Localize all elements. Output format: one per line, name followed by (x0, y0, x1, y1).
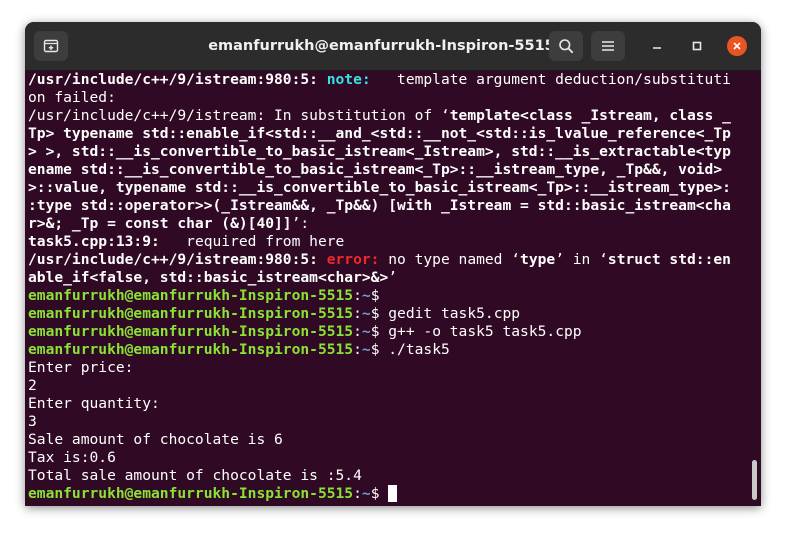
terminal-text: Sale amount of chocolate is 6 (28, 431, 283, 448)
terminal-line: :type std::operator>>(_Istream&&, _Tp&&)… (28, 197, 746, 215)
terminal-text: error: (326, 251, 380, 268)
terminal-text: : (353, 485, 362, 502)
search-icon (559, 39, 574, 54)
terminal-text: 2 (28, 377, 37, 394)
minimize-button[interactable] (647, 36, 667, 56)
terminal-line: emanfurrukh@emanfurrukh-Inspiron-5515:~$ (28, 287, 746, 305)
terminal-text: 3 (28, 413, 37, 430)
new-tab-icon (43, 39, 59, 53)
terminal-text: Total sale amount of chocolate is :5.4 (28, 467, 362, 484)
terminal-text: $ gedit task5.cpp (370, 305, 521, 322)
terminal-text: type (520, 251, 556, 268)
terminal-text: /usr/include/c++/9/istream:980:5: (28, 71, 327, 88)
terminal-line: Total sale amount of chocolate is :5.4 (28, 467, 746, 485)
terminal-text: : (353, 305, 362, 322)
search-button[interactable] (549, 31, 583, 61)
terminal-text: ’: (291, 215, 310, 232)
terminal-text: : (353, 341, 362, 358)
terminal-text: /usr/include/c++/9/istream: In substitut… (28, 107, 450, 124)
text-cursor (388, 485, 398, 502)
terminal-text: ~ (361, 287, 371, 304)
terminal-line: /usr/include/c++/9/istream: In substitut… (28, 107, 746, 125)
terminal-text: ename std::__is_convertible_to_basic_ist… (28, 161, 723, 178)
new-tab-button[interactable] (34, 31, 68, 61)
terminal-line: Tp> typename std::enable_if<std::__and_<… (28, 125, 746, 143)
title-bar[interactable]: emanfurrukh@emanfurrukh-Inspiron-5515: ~ (25, 22, 761, 71)
maximize-icon (692, 41, 702, 51)
terminal-text: required from here (159, 233, 345, 250)
close-icon (733, 42, 741, 50)
terminal-text: ’ in ‘ (555, 251, 608, 268)
terminal-line: emanfurrukh@emanfurrukh-Inspiron-5515:~$ (28, 485, 746, 503)
terminal-text: emanfurrukh@emanfurrukh-Inspiron-5515 (28, 341, 354, 358)
terminal-text: ~ (361, 341, 371, 358)
terminal-text: emanfurrukh@emanfurrukh-Inspiron-5515 (28, 485, 354, 502)
terminal-line: emanfurrukh@emanfurrukh-Inspiron-5515:~$… (28, 323, 746, 341)
menu-button[interactable] (591, 31, 625, 61)
terminal-text: task5.cpp:13:9: (28, 233, 160, 250)
terminal-line: > >, std::__is_convertible_to_basic_istr… (28, 143, 746, 161)
terminal-line: 3 (28, 413, 746, 431)
terminal-text: ~ (361, 305, 371, 322)
terminal-text: : (353, 323, 362, 340)
terminal-line: /usr/include/c++/9/istream:980:5: error:… (28, 251, 746, 269)
terminal-text: emanfurrukh@emanfurrukh-Inspiron-5515 (28, 305, 354, 322)
terminal-text: Enter quantity: (28, 395, 160, 412)
scrollbar[interactable] (752, 460, 757, 500)
terminal-text: : (353, 287, 362, 304)
terminal-text: $ ./task5 (370, 341, 450, 358)
terminal-line: ename std::__is_convertible_to_basic_ist… (28, 161, 746, 179)
terminal-output[interactable]: /usr/include/c++/9/istream:980:5: note: … (28, 71, 746, 505)
terminal-line: able_if<false, std::basic_istream<char>&… (28, 269, 746, 287)
terminal-line: Enter quantity: (28, 395, 746, 413)
terminal-line: task5.cpp:13:9: required from here (28, 233, 746, 251)
terminal-text: >::value, typename std::__is_convertible… (28, 179, 731, 196)
terminal-text: :type std::operator>>(_Istream&&, _Tp&&)… (28, 197, 731, 214)
maximize-button[interactable] (687, 36, 707, 56)
terminal-text: struct std::en (607, 251, 731, 268)
terminal-text: > >, std::__is_convertible_to_basic_istr… (28, 143, 731, 160)
terminal-line: on failed: (28, 89, 746, 107)
terminal-text: template<class _Istream, class _ (449, 107, 731, 124)
terminal-line: emanfurrukh@emanfurrukh-Inspiron-5515:~$… (28, 341, 746, 359)
terminal-text: note: (326, 71, 371, 88)
terminal-text: emanfurrukh@emanfurrukh-Inspiron-5515 (28, 287, 354, 304)
terminal-text: on failed: (28, 89, 116, 106)
minimize-icon (653, 47, 661, 49)
terminal-text: ’ (388, 269, 398, 286)
terminal-text: template argument deduction/substituti (370, 71, 731, 88)
hamburger-menu-icon (602, 41, 614, 51)
terminal-line: Enter price: (28, 359, 746, 377)
terminal-window: emanfurrukh@emanfurrukh-Inspiron-5515: ~ (25, 22, 761, 506)
terminal-text: able_if<false, std::basic_istream<char>&… (28, 269, 389, 286)
terminal-line: Sale amount of chocolate is 6 (28, 431, 746, 449)
terminal-text: ~ (361, 485, 371, 502)
terminal-line: >::value, typename std::__is_convertible… (28, 179, 746, 197)
terminal-text: r>&; _Tp = const char (&)[40]] (28, 215, 292, 232)
terminal-text: Tp> typename std::enable_if<std::__and_<… (28, 125, 731, 142)
terminal-line: emanfurrukh@emanfurrukh-Inspiron-5515:~$… (28, 305, 746, 323)
close-button[interactable] (727, 36, 747, 56)
terminal-text: no type named ‘ (379, 251, 521, 268)
terminal-line: /usr/include/c++/9/istream:980:5: note: … (28, 71, 746, 89)
terminal-text: emanfurrukh@emanfurrukh-Inspiron-5515 (28, 323, 354, 340)
terminal-text: /usr/include/c++/9/istream:980:5: (28, 251, 327, 268)
terminal-line: 2 (28, 377, 746, 395)
terminal-line: r>&; _Tp = const char (&)[40]]’: (28, 215, 746, 233)
terminal-text: Enter price: (28, 359, 134, 376)
terminal-text: $ (370, 485, 389, 502)
terminal-line: Tax is:0.6 (28, 449, 746, 467)
terminal-text: Tax is:0.6 (28, 449, 116, 466)
terminal-text: $ g++ -o task5 task5.cpp (370, 323, 582, 340)
terminal-text: ~ (361, 323, 371, 340)
terminal-text: $ (370, 287, 389, 304)
